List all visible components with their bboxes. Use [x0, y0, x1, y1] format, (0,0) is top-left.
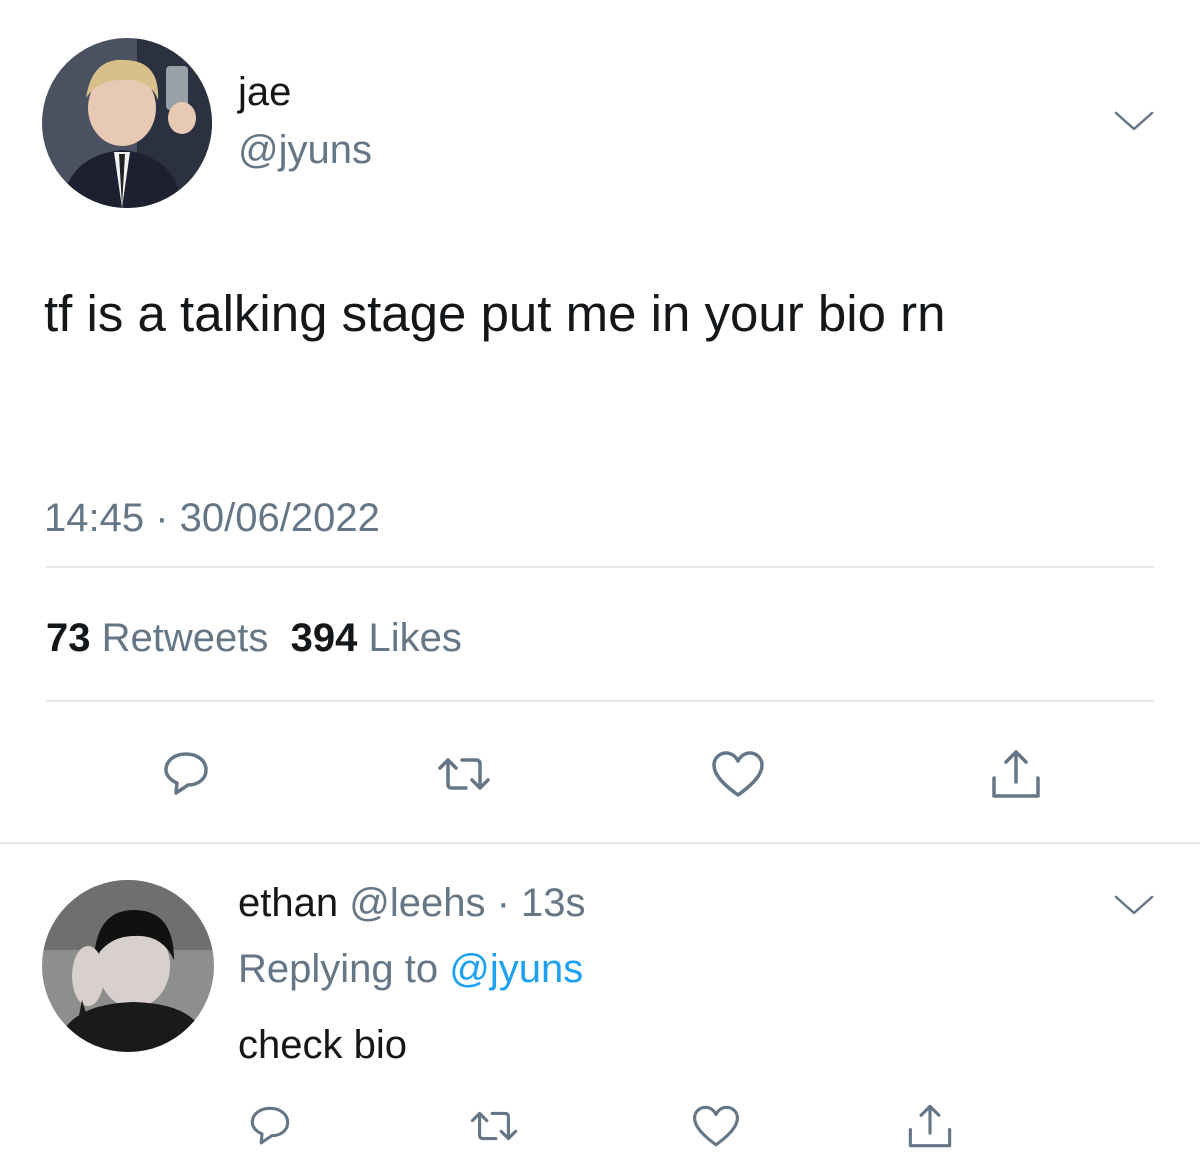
likes-label[interactable]: Likes [368, 616, 461, 660]
reply-text: check bio [238, 1023, 407, 1067]
tweet-stats: 73 Retweets 394 Likes [46, 614, 462, 662]
reply-button[interactable] [240, 1096, 300, 1156]
heart-icon [712, 751, 764, 797]
author-handle[interactable]: @jyuns [238, 126, 372, 174]
retweets-count[interactable]: 73 [46, 616, 91, 660]
replying-to: Replying to @jyuns [238, 944, 583, 994]
likes-count[interactable]: 394 [291, 616, 358, 660]
share-icon [992, 750, 1040, 798]
retweet-icon [470, 1111, 518, 1141]
reply-author-meta[interactable]: @leehs · 13s [349, 881, 585, 925]
like-button[interactable] [708, 744, 768, 804]
tweet-timestamp[interactable]: 14:45 · 30/06/2022 [44, 494, 380, 542]
divider [46, 566, 1154, 568]
reply-author-avatar[interactable] [42, 880, 214, 1052]
retweets-label[interactable]: Retweets [102, 616, 269, 660]
share-button[interactable] [986, 744, 1046, 804]
author-avatar[interactable] [42, 38, 212, 208]
tweet-text: tf is a talking stage put me in your bio… [44, 285, 946, 342]
author-avatar-image [42, 38, 212, 208]
share-button[interactable] [900, 1096, 960, 1156]
reply-bubble-icon [250, 1106, 290, 1145]
reply-author-name[interactable]: ethan [238, 881, 338, 925]
author-name[interactable]: jae [238, 68, 291, 116]
like-button[interactable] [686, 1096, 746, 1156]
share-icon [908, 1104, 952, 1148]
divider [46, 700, 1154, 702]
retweet-button[interactable] [434, 744, 494, 804]
retweet-button[interactable] [464, 1096, 524, 1156]
divider [0, 842, 1200, 844]
chevron-down-icon[interactable] [1114, 894, 1154, 916]
reply-bubble-icon [164, 752, 208, 795]
retweet-icon [438, 758, 490, 790]
replying-to-label: Replying to [238, 947, 439, 991]
reply-header: ethan @leehs · 13s [238, 878, 586, 928]
reply-author-avatar-image [42, 880, 214, 1052]
reply-button[interactable] [156, 744, 216, 804]
replying-to-handle-link[interactable]: @jyuns [449, 947, 583, 991]
heart-icon [693, 1105, 739, 1147]
chevron-down-icon[interactable] [1114, 110, 1154, 132]
